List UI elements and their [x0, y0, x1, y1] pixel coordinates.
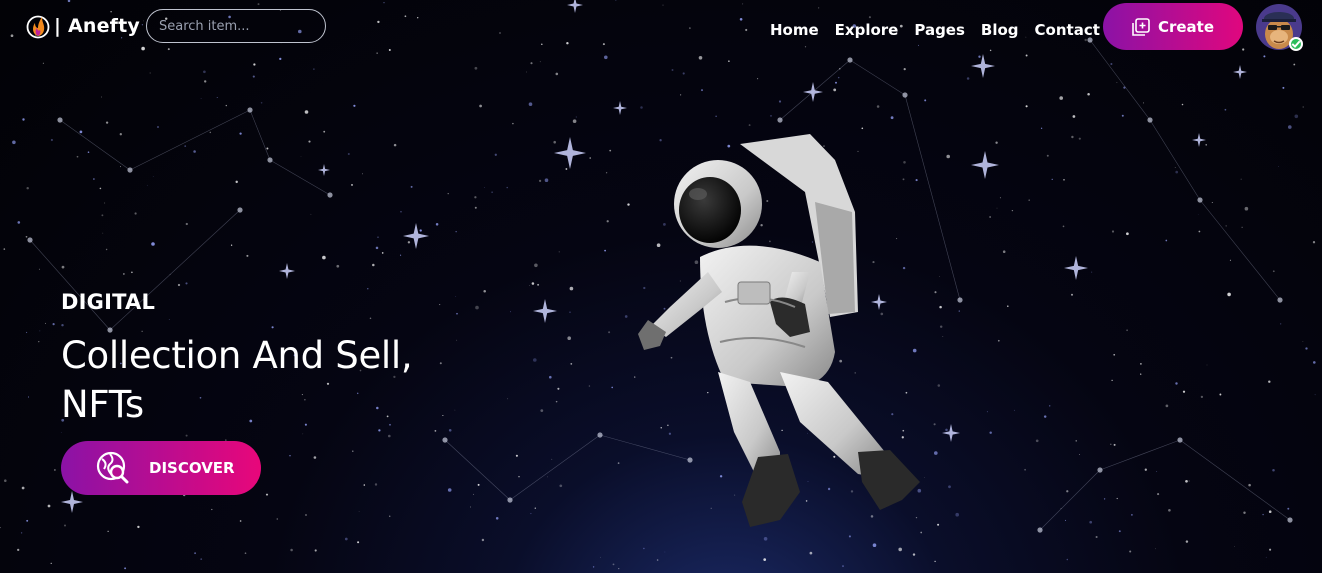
brand[interactable]: | Anefty [26, 12, 140, 40]
search-input[interactable] [146, 9, 326, 43]
top-navbar: | Anefty Home Explore Pages Blog Contact… [0, 0, 1322, 56]
nav-link-explore[interactable]: Explore [827, 18, 907, 42]
check-icon [1291, 40, 1301, 48]
brand-name: | Anefty [54, 15, 141, 37]
verified-badge [1289, 37, 1303, 51]
user-avatar[interactable] [1256, 4, 1303, 51]
hero-headline-line-2: NFTs [61, 383, 144, 426]
main-nav: Home Explore Pages Blog Contact [762, 18, 1108, 42]
hero-eyebrow: DIGITAL [61, 290, 156, 314]
discover-button[interactable]: DISCOVER [61, 441, 261, 495]
add-square-icon [1132, 17, 1150, 36]
nav-link-home[interactable]: Home [762, 18, 827, 42]
hero-section: DIGITAL Collection And Sell, NFTs DISCOV… [61, 288, 413, 495]
globe-search-icon [96, 451, 129, 484]
discover-button-label: DISCOVER [149, 459, 235, 477]
nav-link-pages[interactable]: Pages [906, 18, 973, 42]
nav-link-contact[interactable]: Contact [1027, 18, 1108, 42]
nav-link-blog[interactable]: Blog [973, 18, 1027, 42]
create-button[interactable]: Create [1103, 3, 1243, 50]
flame-logo-icon [26, 15, 50, 39]
create-button-label: Create [1157, 17, 1215, 36]
hero-headline: Collection And Sell, NFTs [61, 331, 413, 429]
hero-headline-line-1: Collection And Sell, [61, 334, 413, 377]
astronaut-illustration [638, 134, 920, 527]
